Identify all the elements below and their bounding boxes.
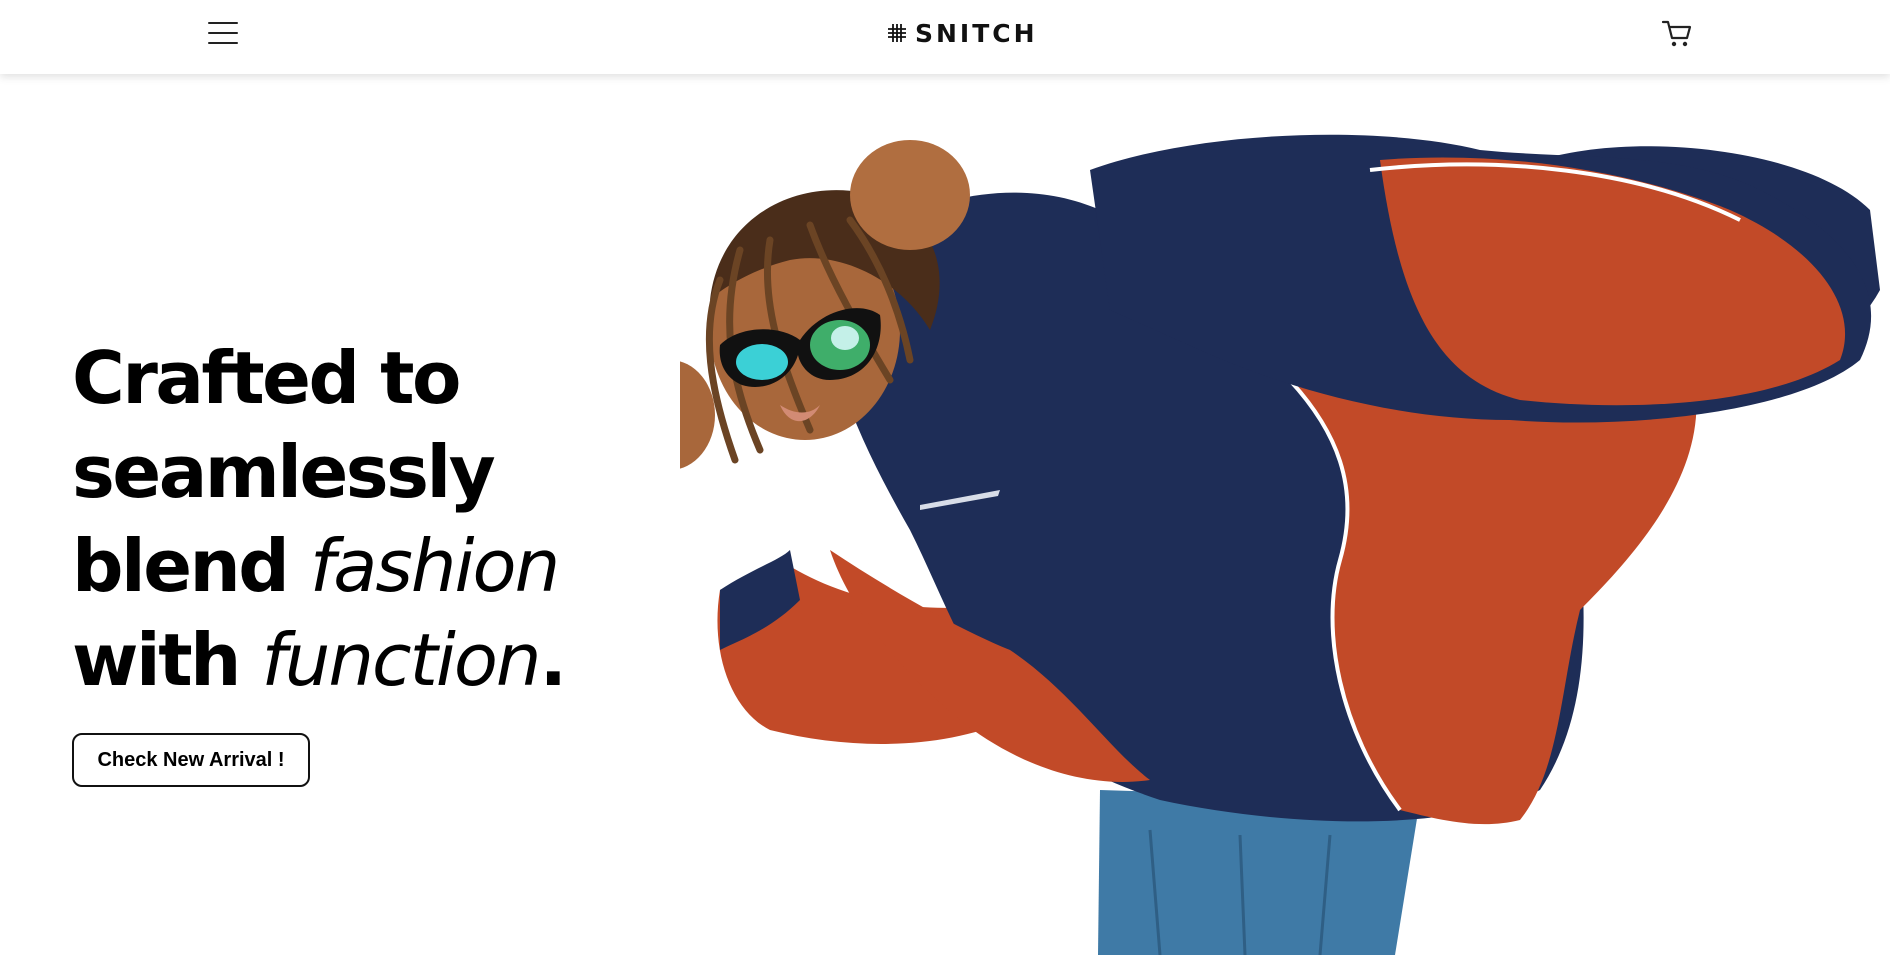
brand-name: SNITCH	[915, 18, 1038, 48]
headline-line-3-text: blend	[72, 524, 310, 608]
headline-italic-fashion: fashion	[309, 524, 560, 608]
headline-period: .	[539, 618, 567, 702]
headline-line-1: Crafted to	[72, 336, 462, 420]
brand-mark-icon	[888, 24, 906, 42]
hero-headline: Crafted to seamlessly blend fashion with…	[72, 331, 632, 707]
hero-model-image	[680, 134, 1880, 955]
check-new-arrival-button[interactable]: Check New Arrival !	[72, 733, 310, 787]
headline-line-3: blend fashion	[72, 519, 632, 613]
headline-line-4-text: with	[72, 618, 262, 702]
top-navigation-bar: SNITCH	[0, 0, 1890, 74]
hamburger-menu-icon[interactable]	[206, 20, 240, 46]
headline-line-4: with function.	[72, 613, 632, 707]
headline-italic-function: function	[261, 618, 541, 702]
right-hand	[850, 140, 970, 250]
brand-logo[interactable]: SNITCH	[885, 16, 1038, 50]
shopping-cart-icon[interactable]	[1660, 16, 1694, 50]
headline-line-2: seamlessly	[72, 430, 496, 514]
